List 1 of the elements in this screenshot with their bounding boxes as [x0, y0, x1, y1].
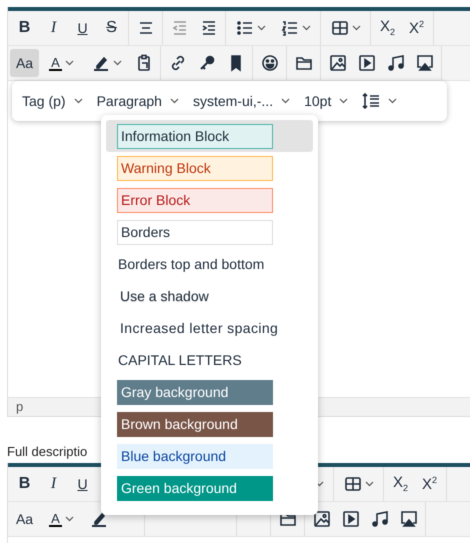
field-label: Full descriptio	[7, 444, 88, 460]
